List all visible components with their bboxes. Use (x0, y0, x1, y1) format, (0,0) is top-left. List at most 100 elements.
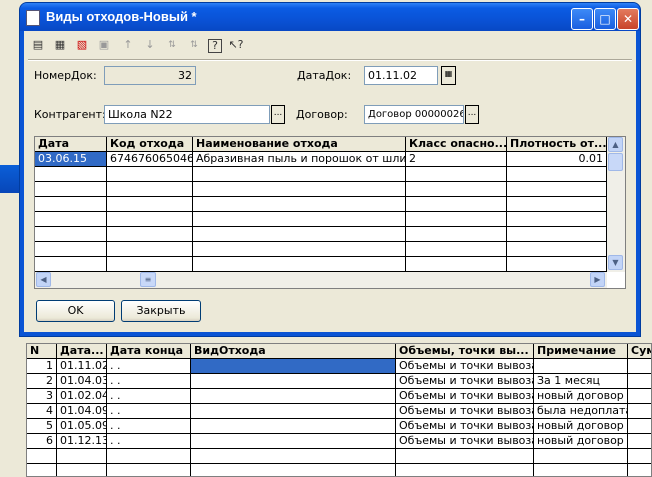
column-header-sum[interactable]: Сум (628, 344, 651, 359)
horizontal-scrollbar[interactable]: ◀ ≡ ▶ (35, 272, 607, 288)
waste-table[interactable]: Дата Код отхода Наименование отхода Клас… (34, 136, 626, 289)
table-cell[interactable] (35, 212, 107, 227)
table-cell[interactable] (628, 419, 651, 434)
column-header-note[interactable]: Примечание (534, 344, 628, 359)
table-cell[interactable] (191, 464, 396, 476)
table-cell[interactable]: новый договор (534, 389, 628, 404)
scroll-down-icon[interactable]: ▼ (608, 255, 623, 270)
table-cell[interactable] (27, 464, 57, 476)
table-cell[interactable]: 01.12.13 (57, 434, 107, 449)
table-cell[interactable]: 4 (27, 404, 57, 419)
table-cell[interactable] (628, 464, 651, 476)
dogovor-field[interactable]: Договор 00000026 (364, 105, 464, 124)
new-row-icon[interactable]: ▤ (30, 37, 46, 53)
table-cell[interactable] (107, 197, 193, 212)
table-cell[interactable] (35, 182, 107, 197)
nomer-doc-field[interactable]: 32 (104, 66, 196, 85)
documents-table[interactable]: N Дата... Дата конца ВидОтхода Объемы, т… (26, 343, 652, 477)
column-header-n[interactable]: N (27, 344, 57, 359)
column-header-vid-othoda[interactable]: ВидОтхода (191, 344, 396, 359)
table-cell[interactable]: была недоплата (534, 404, 628, 419)
table-cell[interactable]: 01.11.02 (57, 359, 107, 374)
move-down-icon[interactable]: ↓ (142, 37, 158, 53)
table-cell[interactable]: Абразивная пыль и порошок от шлифов (193, 152, 406, 167)
table-cell[interactable]: 1 (27, 359, 57, 374)
table-cell[interactable] (193, 197, 406, 212)
table-cell[interactable] (406, 167, 507, 182)
table-cell[interactable]: . . (107, 389, 191, 404)
table-cell[interactable] (406, 197, 507, 212)
table-cell[interactable] (107, 449, 191, 464)
table-cell[interactable]: 3 (27, 389, 57, 404)
table-cell[interactable] (507, 242, 607, 257)
table-cell[interactable] (193, 257, 406, 272)
column-header-density[interactable]: Плотность от... (507, 137, 607, 152)
table-cell[interactable]: 6 (27, 434, 57, 449)
table-cell[interactable]: 01.02.04 (57, 389, 107, 404)
table-cell[interactable] (35, 227, 107, 242)
table-cell[interactable] (35, 197, 107, 212)
column-header-code[interactable]: Код отхода (107, 137, 193, 152)
help-icon[interactable]: ? (208, 39, 222, 53)
table-cell[interactable] (507, 212, 607, 227)
table-cell[interactable]: 01.04.03 (57, 374, 107, 389)
title-bar[interactable]: Виды отходов-Новый * – □ ✕ (20, 3, 640, 31)
column-header-name[interactable]: Наименование отхода (193, 137, 406, 152)
close-form-button[interactable]: Закрыть (121, 300, 201, 322)
table-cell[interactable] (628, 434, 651, 449)
table-cell[interactable] (107, 167, 193, 182)
table-cell[interactable]: Объемы и точки вывоза (396, 404, 534, 419)
table-cell[interactable]: 01.04.09 (57, 404, 107, 419)
horizontal-scroll-thumb[interactable]: ≡ (140, 272, 156, 287)
table-cell[interactable] (191, 434, 396, 449)
selected-cell[interactable] (191, 359, 396, 374)
selected-cell[interactable]: 03.06.15 (35, 152, 107, 167)
table-cell[interactable]: За 1 месяц (534, 374, 628, 389)
scroll-right-icon[interactable]: ▶ (590, 272, 605, 287)
table-cell[interactable] (107, 212, 193, 227)
table-cell[interactable]: новый договор (534, 434, 628, 449)
kontragent-browse-button[interactable]: ... (271, 105, 285, 124)
delete-row-icon[interactable]: ▧ (74, 37, 90, 53)
ok-button[interactable]: OK (36, 300, 115, 322)
table-cell[interactable] (507, 257, 607, 272)
table-cell[interactable] (107, 227, 193, 242)
table-cell[interactable] (406, 242, 507, 257)
table-cell[interactable] (191, 449, 396, 464)
sort-desc-icon[interactable]: ⇅ (186, 37, 202, 53)
table-cell[interactable]: новый договор (534, 419, 628, 434)
table-cell[interactable]: . . (107, 359, 191, 374)
table-cell[interactable]: 01.05.09 (57, 419, 107, 434)
dogovor-browse-button[interactable]: ... (465, 105, 479, 124)
kontragent-field[interactable]: Школа N22 (104, 105, 270, 124)
table-cell[interactable] (191, 404, 396, 419)
table-cell[interactable]: . . (107, 404, 191, 419)
table-cell[interactable] (534, 359, 628, 374)
scroll-thumb[interactable] (608, 153, 623, 171)
scroll-left-icon[interactable]: ◀ (36, 272, 51, 287)
table-cell[interactable] (628, 404, 651, 419)
table-cell[interactable]: Объемы и точки вывоза (396, 359, 534, 374)
table-cell[interactable]: . . (107, 419, 191, 434)
table-cell[interactable] (57, 464, 107, 476)
edit-row-icon[interactable]: ▣ (96, 37, 112, 53)
table-cell[interactable] (107, 242, 193, 257)
table-cell[interactable] (107, 182, 193, 197)
table-cell[interactable]: 0.01 (507, 152, 607, 167)
calendar-icon[interactable]: ▦ (441, 66, 456, 85)
table-cell[interactable] (628, 359, 651, 374)
vertical-scrollbar[interactable]: ▲ ▼ (607, 137, 625, 272)
table-cell[interactable] (191, 374, 396, 389)
table-cell[interactable] (507, 167, 607, 182)
table-cell[interactable]: . . (107, 434, 191, 449)
table-cell[interactable]: . . (107, 374, 191, 389)
column-header-volumes[interactable]: Объемы, точки вы... (396, 344, 534, 359)
table-cell[interactable] (507, 182, 607, 197)
table-cell[interactable] (193, 212, 406, 227)
table-cell[interactable] (107, 464, 191, 476)
table-cell[interactable] (534, 449, 628, 464)
table-cell[interactable] (35, 167, 107, 182)
table-cell[interactable] (191, 419, 396, 434)
column-header-date[interactable]: Дата (35, 137, 107, 152)
new-row-copy-icon[interactable]: ▦ (52, 37, 68, 53)
